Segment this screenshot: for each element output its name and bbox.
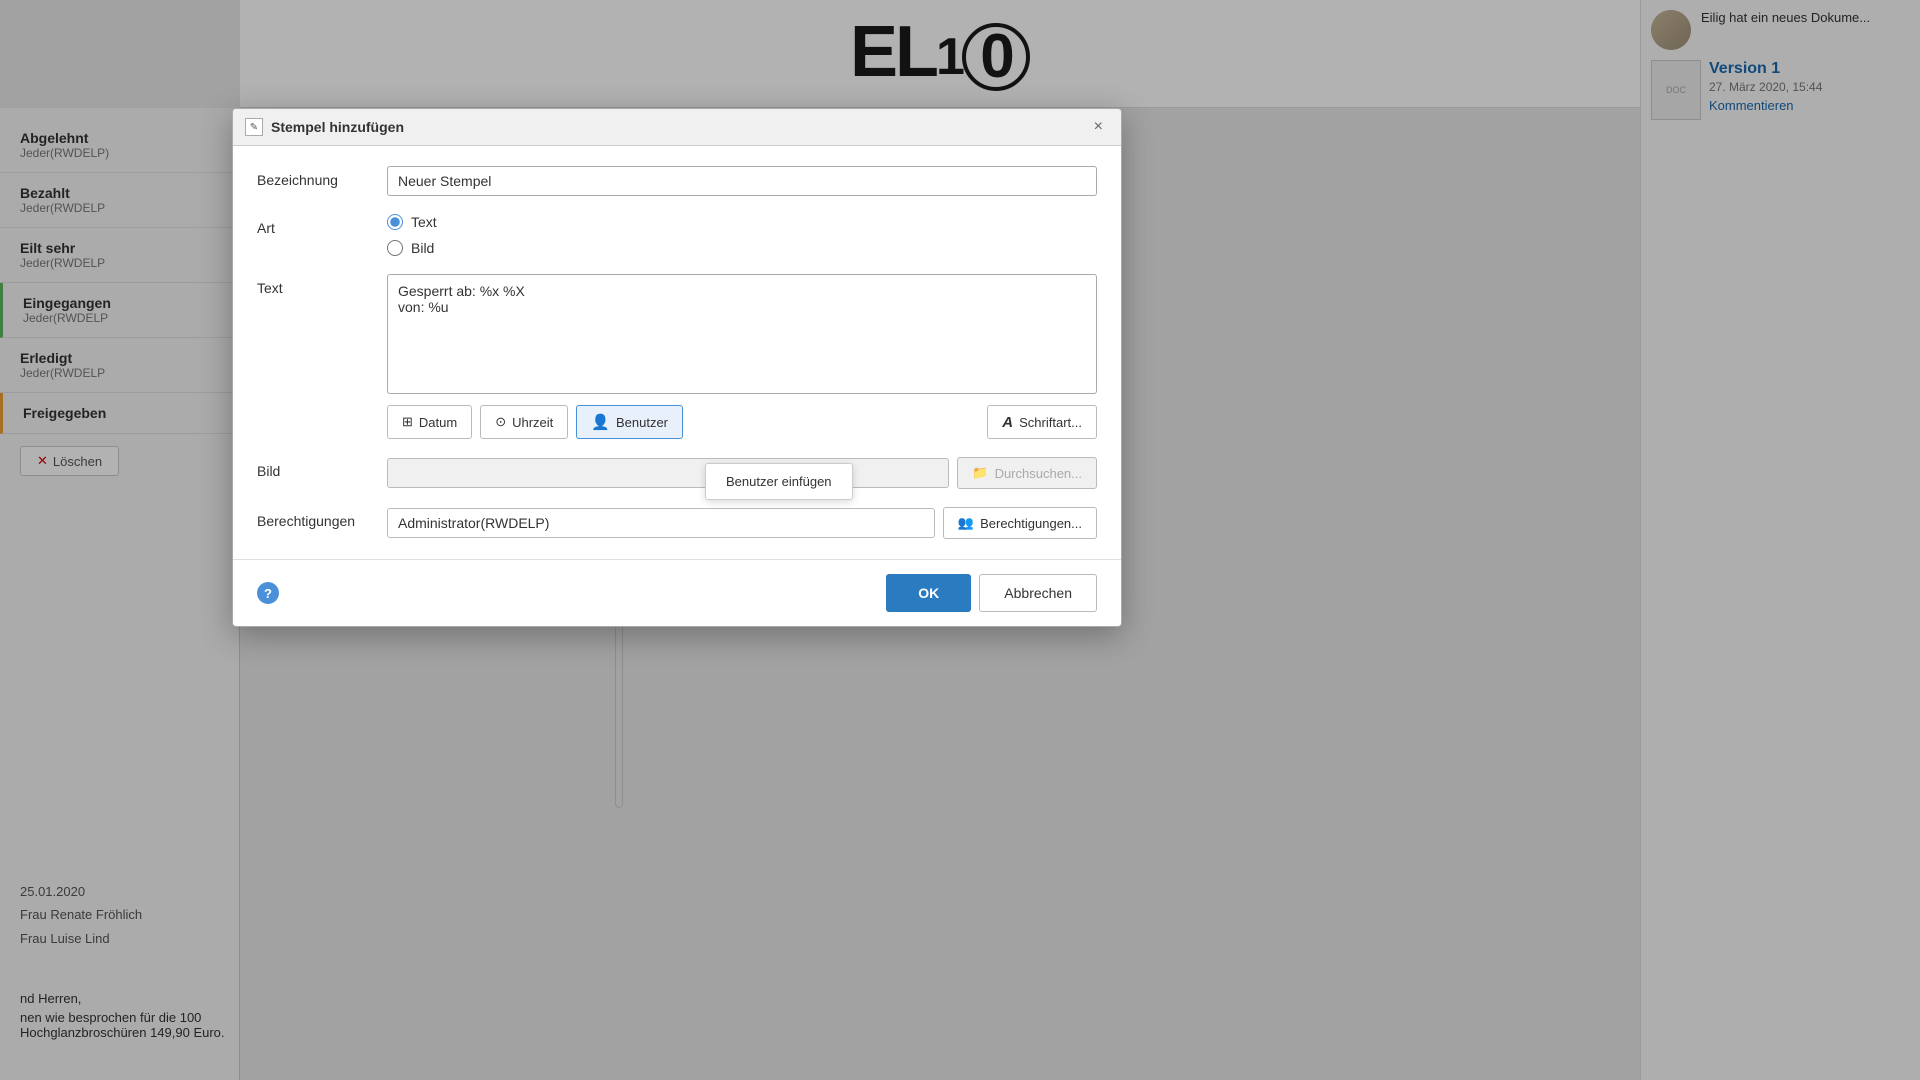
stamp-icon: ✎ (250, 122, 258, 133)
footer-buttons: OK Abbrechen (886, 574, 1097, 612)
bezeichnung-control (387, 166, 1097, 196)
perm-icon: 👥 (958, 515, 974, 531)
bild-label: Bild (257, 457, 387, 479)
datum-button[interactable]: ⊞ Datum (387, 405, 472, 439)
insert-buttons: ⊞ Datum ⊙ Uhrzeit 👤 Benutzer A Schriftar… (387, 405, 1097, 439)
benutzer-icon: 👤 (591, 413, 610, 431)
art-bild-radio[interactable] (387, 240, 403, 256)
perm-input[interactable] (387, 508, 935, 538)
schriftart-icon: A (1002, 414, 1013, 431)
art-control: Text Bild (387, 214, 1097, 256)
stempel-dialog: ✎ Stempel hinzufügen × Bezeichnung Art T… (232, 108, 1122, 627)
text-control: Gesperrt ab: %x %X von: %u ⊞ Datum ⊙ Uhr… (387, 274, 1097, 439)
art-label: Art (257, 214, 387, 236)
bild-input[interactable] (387, 458, 949, 488)
perm-input-row: 👥 Berechtigungen... (387, 507, 1097, 539)
dialog-title: Stempel hinzufügen (271, 119, 1080, 135)
art-bild-label: Bild (411, 240, 434, 256)
dialog-titlebar: ✎ Stempel hinzufügen × (233, 109, 1121, 146)
dialog-body: Bezeichnung Art Text Bild (233, 146, 1121, 559)
berechtigungen-row: Berechtigungen 👥 Berechtigungen... (257, 507, 1097, 539)
uhrzeit-button[interactable]: ⊙ Uhrzeit (480, 405, 568, 439)
benutzer-tooltip: Benutzer einfügen (705, 463, 853, 500)
schriftart-button[interactable]: A Schriftart... (987, 405, 1097, 439)
bezeichnung-row: Bezeichnung (257, 166, 1097, 196)
berechtigungen-label: Berechtigungen (257, 507, 387, 529)
benutzer-button[interactable]: 👤 Benutzer (576, 405, 683, 439)
browse-icon: 📁 (972, 465, 988, 481)
dialog-close-button[interactable]: × (1088, 117, 1109, 137)
art-text-option[interactable]: Text (387, 214, 1097, 230)
tooltip-text: Benutzer einfügen (726, 474, 832, 489)
text-row: Text Gesperrt ab: %x %X von: %u ⊞ Datum … (257, 274, 1097, 439)
art-row: Art Text Bild (257, 214, 1097, 256)
text-label: Text (257, 274, 387, 296)
art-text-radio[interactable] (387, 214, 403, 230)
cancel-button[interactable]: Abbrechen (979, 574, 1097, 612)
dialog-footer: ? OK Abbrechen (233, 559, 1121, 626)
text-textarea[interactable]: Gesperrt ab: %x %X von: %u (387, 274, 1097, 394)
datum-icon: ⊞ (402, 414, 413, 430)
art-text-label: Text (411, 214, 437, 230)
browse-button[interactable]: 📁 Durchsuchen... (957, 457, 1097, 489)
art-radio-group: Text Bild (387, 214, 1097, 256)
uhrzeit-icon: ⊙ (495, 414, 506, 430)
berechtigungen-control: 👥 Berechtigungen... (387, 507, 1097, 539)
bezeichnung-input[interactable] (387, 166, 1097, 196)
bezeichnung-label: Bezeichnung (257, 166, 387, 188)
berechtigungen-button[interactable]: 👥 Berechtigungen... (943, 507, 1097, 539)
bild-row: Bild 📁 Durchsuchen... (257, 457, 1097, 489)
ok-button[interactable]: OK (886, 574, 971, 612)
help-button[interactable]: ? (257, 582, 279, 604)
stamp-title-icon: ✎ (245, 118, 263, 136)
art-bild-option[interactable]: Bild (387, 240, 1097, 256)
